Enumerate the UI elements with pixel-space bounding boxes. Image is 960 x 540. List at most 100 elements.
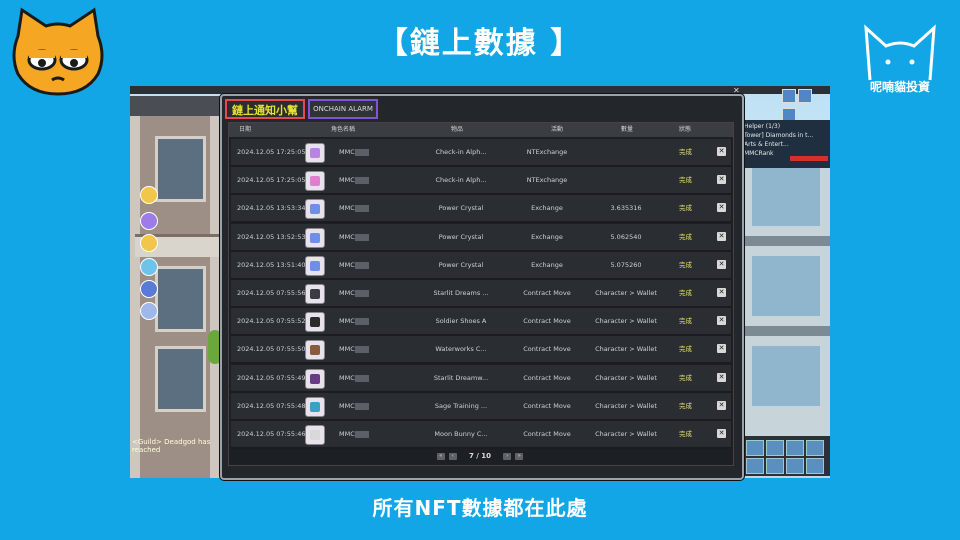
row-qty: Character > Wallet [595,401,657,410]
pagination: «‹ 7 / 10 ›» [228,452,732,464]
item-thumbnail-icon [305,340,325,361]
list-header: 日期 角色名稱 物品 活動 數量 狀態 [229,123,733,137]
table-row: 2024.12.05 13:53:34 MMC Power Crystal Excha… [231,195,731,224]
page-indicator: 7 / 10 [468,452,492,460]
row-item: Power Crystal [438,204,484,213]
row-status: 完成 [679,260,692,269]
row-item: Power Crystal [438,260,484,269]
col-qty: 數量 [621,126,634,133]
double-chevron-right-icon[interactable]: » [515,452,524,460]
close-icon[interactable]: ✕ [717,203,726,213]
close-icon[interactable]: ✕ [717,400,726,410]
table-row: 2024.12.05 07:55:48 MMC Sage Training ... C… [231,392,731,421]
row-item: Starlit Dreams ... [433,289,489,297]
row-char: MMC [339,430,355,438]
window-close-icon[interactable]: ✕ [733,87,741,95]
row-status: 完成 [679,401,692,410]
row-item: Starlit Dreamw... [433,373,489,382]
item-thumbnail-icon [305,227,325,248]
event-icon[interactable] [140,186,158,204]
masked-name [355,290,369,297]
row-char: MMC [339,317,355,326]
chevron-left-icon[interactable]: ‹ [448,452,457,460]
close-icon[interactable]: ✕ [717,316,726,326]
row-char: MMC [339,204,355,213]
row-char: MMC [339,148,355,156]
building-left [130,116,220,478]
building-right [742,126,830,478]
row-qty: Character > Wallet [595,345,657,354]
col-date: 日期 [239,126,252,133]
close-icon[interactable]: ✕ [717,231,726,241]
masked-name [355,346,369,354]
row-item: Soldier Shoes A [435,317,487,326]
row-qty: Character > Wallet [595,430,657,438]
row-status: 完成 [679,345,692,354]
row-item: Check-in Alph... [435,176,487,185]
masked-name [355,431,369,438]
masked-name [355,149,369,156]
chevron-right-icon[interactable]: › [503,452,512,460]
event-icon[interactable] [140,280,158,298]
row-date: 2024.12.05 13:51:40 [237,260,306,269]
row-qty: 3.635316 [610,204,642,213]
row-activity: NTExchange [526,148,568,156]
row-item: Power Crystal [438,232,484,241]
table-row: 2024.12.05 13:52:53 MMC Power Crystal Excha… [231,223,731,252]
tab-onchain-alarm[interactable]: ONCHAIN ALARM [308,99,378,119]
table-row: 2024.12.05 07:55:50 MMC Waterworks C... Con… [231,336,731,365]
close-icon[interactable]: ✕ [717,175,726,185]
item-thumbnail-icon [305,284,325,304]
close-icon[interactable]: ✕ [717,344,726,354]
item-thumbnail-icon [305,368,325,389]
item-thumbnail-icon [305,425,325,445]
tab-onchain-helper[interactable]: 鏈上通知小幫手 [225,99,305,137]
close-icon[interactable]: ✕ [717,372,726,382]
item-thumbnail-icon [305,396,325,417]
row-status: 完成 [679,232,692,241]
row-status: 完成 [679,373,692,382]
row-item: Moon Bunny C... [434,430,488,438]
row-char: MMC [339,176,355,185]
helper-title: Helper (1/3) [744,123,781,130]
row-date: 2024.12.05 07:55:56 [237,289,306,297]
hp-bar [790,156,828,161]
row-char: MMC [339,373,355,382]
row-date: 2024.12.05 07:55:52 [237,317,306,326]
game-topbar [130,86,830,94]
col-item: 物品 [451,126,464,133]
table-row: 2024.12.05 13:51:40 MMC Power Crystal Excha… [231,251,731,280]
row-char: MMC [339,401,355,410]
close-icon[interactable]: ✕ [717,429,726,438]
row-qty: 5.062540 [610,232,642,241]
hud-quickslots[interactable] [742,436,830,476]
row-status: 完成 [679,148,692,156]
event-icon[interactable] [140,212,158,230]
event-icon[interactable] [140,302,158,320]
row-item: Sage Training ... [434,401,488,410]
event-icon[interactable] [140,258,158,276]
item-thumbnail-icon [305,312,325,333]
col-status: 狀態 [679,126,692,133]
close-icon[interactable]: ✕ [717,147,726,156]
table-row: 2024.12.05 07:55:52 MMC Soldier Shoes A Con… [231,308,731,337]
table-row: 2024.12.05 17:25:05 MMC Check-in Alph... NT… [231,167,731,196]
masked-name [355,177,369,185]
hud-top-right-buttons[interactable] [782,88,828,122]
masked-name [355,318,369,326]
row-status: 完成 [679,289,692,297]
row-qty: Character > Wallet [595,289,657,297]
notification-list: 日期 角色名稱 物品 活動 數量 狀態 2024.12.05 17:25:05 M… [228,122,734,466]
brand-name: 呢喃貓投資 [869,80,930,94]
close-icon[interactable]: ✕ [717,288,726,297]
row-status: 完成 [679,176,692,185]
row-date: 2024.12.05 13:52:53 [237,232,306,241]
helper-line: Tower] Diamonds in t... [744,132,814,139]
row-status: 完成 [679,204,692,213]
double-chevron-left-icon[interactable]: « [436,452,445,460]
masked-name [355,261,369,269]
close-icon[interactable]: ✕ [717,259,726,269]
event-icon[interactable] [140,234,158,252]
row-date: 2024.12.05 07:55:50 [237,345,306,354]
row-date: 2024.12.05 07:55:49 [237,373,306,382]
